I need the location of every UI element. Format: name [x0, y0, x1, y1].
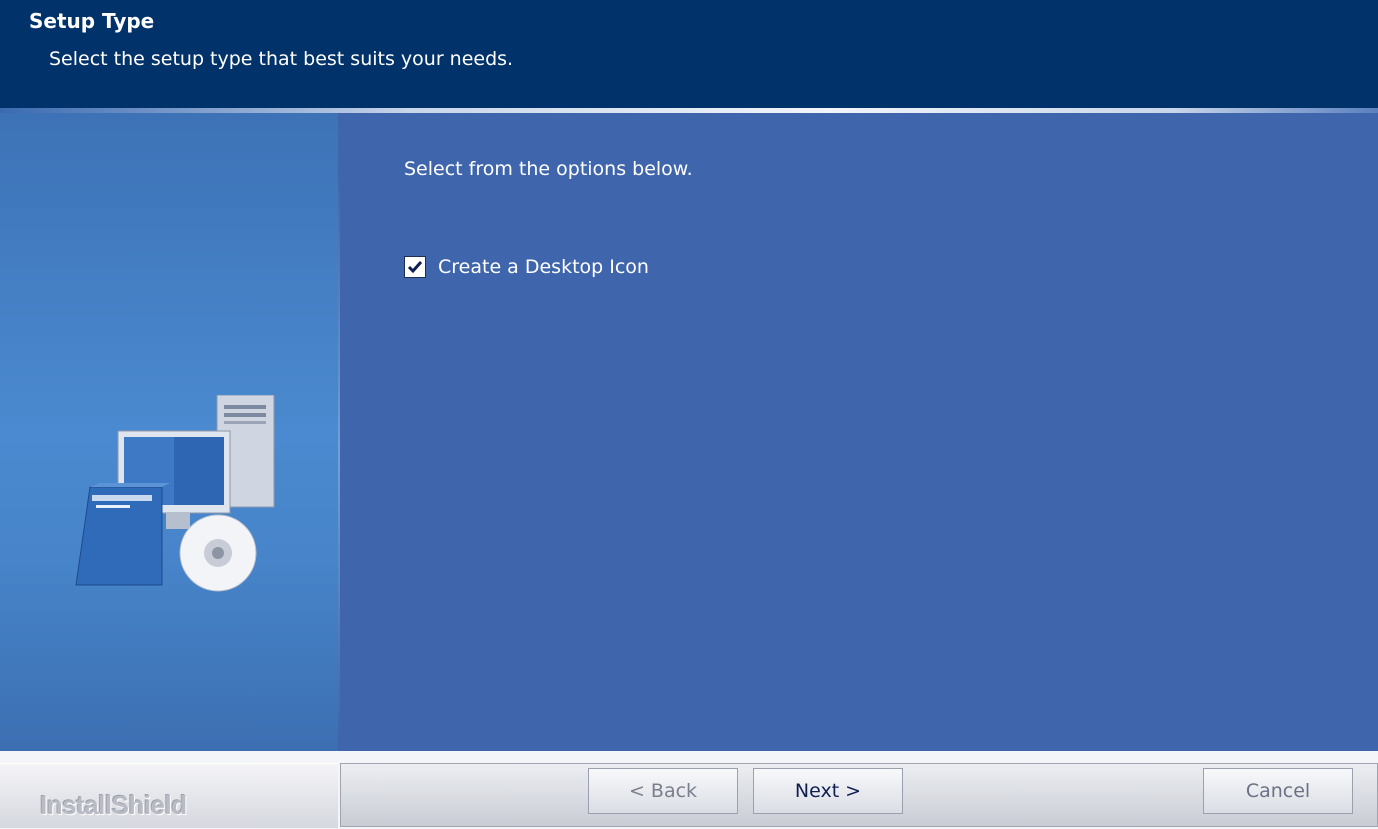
- computer-setup-illustration: [75, 395, 275, 592]
- installshield-logo: InstallShield: [40, 790, 187, 820]
- brand-area: InstallShield: [0, 763, 338, 828]
- side-panel: [0, 113, 340, 751]
- create-desktop-icon-checkbox[interactable]: [404, 256, 426, 278]
- create-desktop-icon-label: Create a Desktop Icon: [438, 256, 649, 278]
- back-button[interactable]: < Back: [588, 768, 738, 814]
- instructions-text: Select from the options below.: [404, 158, 693, 180]
- page-subtitle: Select the setup type that best suits yo…: [49, 48, 514, 70]
- create-desktop-icon-option[interactable]: Create a Desktop Icon: [404, 256, 649, 278]
- main-content: [340, 113, 1378, 751]
- header-banner: Setup Type Select the setup type that be…: [0, 0, 1378, 108]
- cancel-button[interactable]: Cancel: [1203, 768, 1353, 814]
- footer: InstallShield < Back Next > Cancel: [0, 751, 1378, 829]
- checkmark-icon: [407, 261, 423, 274]
- next-button[interactable]: Next >: [753, 768, 903, 814]
- page-title: Setup Type: [29, 9, 155, 33]
